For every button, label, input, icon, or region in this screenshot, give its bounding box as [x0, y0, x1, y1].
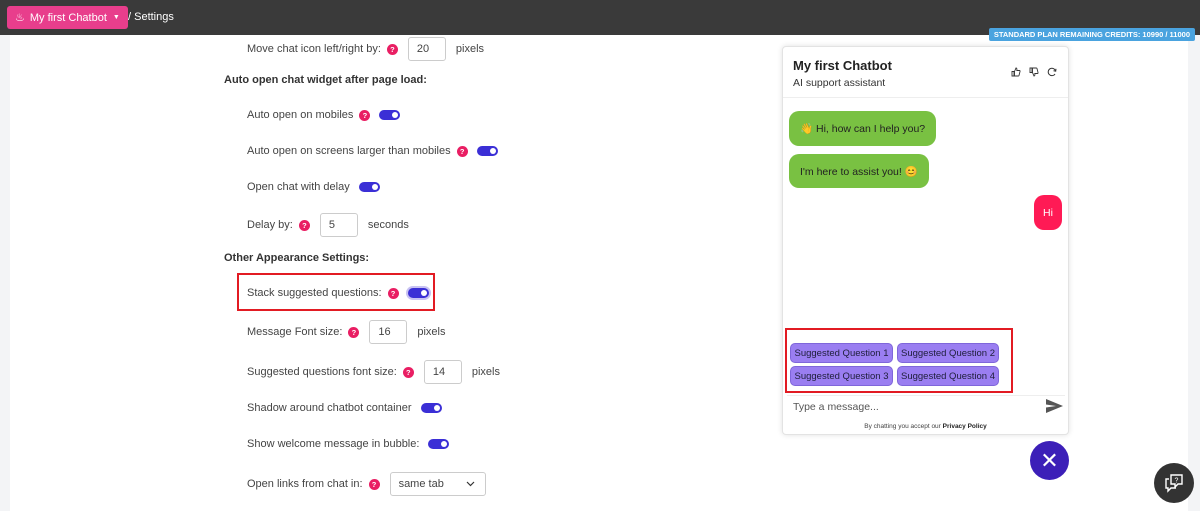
message-font-input[interactable]: 16 [369, 320, 408, 344]
setting-label: Open links from chat in: [247, 478, 363, 490]
user-message: Hi [1034, 195, 1062, 230]
help-icon[interactable]: ? [368, 478, 380, 490]
chat-title: My first Chatbot [793, 58, 892, 73]
breadcrumb: / Settings [128, 11, 174, 23]
auto-open-mobiles-setting: Auto open on mobiles ? [247, 109, 401, 121]
help-icon[interactable]: ? [386, 43, 398, 55]
chatbot-selector-label: My first Chatbot [29, 11, 107, 24]
setting-label: Open chat with delay [247, 181, 350, 193]
welcome-bubble-setting: Show welcome message in bubble: [247, 438, 450, 450]
help-icon[interactable]: ? [402, 366, 414, 378]
auto-open-larger-toggle[interactable] [476, 146, 498, 156]
setting-label: Auto open on screens larger than mobiles [247, 145, 451, 157]
suggested-font-setting: Suggested questions font size: ? 14 pixe… [247, 360, 500, 384]
close-chat-button[interactable]: ✕ [1030, 441, 1069, 480]
setting-label: Message Font size: [247, 326, 343, 338]
shadow-setting: Shadow around chatbot container [247, 402, 442, 414]
chat-input-bar: Type a message... [787, 395, 1065, 419]
privacy-policy-link[interactable]: Privacy Policy [943, 423, 987, 430]
unit-label: pixels [471, 366, 500, 378]
thumbs-up-icon[interactable] [1011, 67, 1021, 77]
bot-message: I'm here to assist you! 😊 [789, 154, 929, 188]
help-icon[interactable]: ? [359, 109, 371, 121]
help-icon[interactable]: ? [456, 145, 468, 157]
thumbs-down-icon[interactable] [1029, 67, 1039, 77]
shadow-toggle[interactable] [420, 403, 442, 413]
open-links-select[interactable]: same tab [389, 472, 486, 496]
credits-badge: STANDARD PLAN REMAINING CREDITS: 10990 /… [988, 28, 1195, 41]
message-font-setting: Message Font size: ? 16 pixels [247, 320, 446, 344]
chat-header-actions [1011, 67, 1057, 77]
refresh-icon[interactable] [1047, 67, 1057, 77]
welcome-bubble-toggle[interactable] [428, 439, 450, 449]
robot-icon: ♨ [15, 12, 25, 24]
appearance-heading: Other Appearance Settings: [224, 252, 370, 264]
setting-label: Suggested questions font size: [247, 366, 397, 378]
setting-label: Auto open on mobiles [247, 109, 354, 121]
move-icon-input[interactable]: 20 [407, 37, 446, 61]
move-icon-setting: Move chat icon left/right by: ? 20 pixel… [247, 37, 484, 61]
delay-input[interactable]: 5 [319, 213, 358, 237]
help-icon[interactable]: ? [348, 326, 360, 338]
auto-open-mobiles-toggle[interactable] [379, 110, 401, 120]
privacy-note: By chatting you accept our Privacy Polic… [783, 423, 1068, 430]
open-links-value: same tab [398, 478, 444, 490]
send-icon[interactable] [1046, 399, 1063, 413]
chatbot-selector-button[interactable]: ♨ My first Chatbot ▼ [7, 6, 128, 29]
unit-label: pixels [455, 43, 485, 55]
setting-label: Stack suggested questions: [247, 287, 382, 299]
setting-label: Delay by: [247, 219, 293, 231]
chevron-down-icon [466, 481, 474, 487]
chat-header: My first Chatbot AI support assistant [783, 47, 1068, 98]
help-chat-button[interactable]: ? [1154, 463, 1194, 503]
chat-message-input[interactable]: Type a message... [793, 401, 879, 413]
unit-label: seconds [367, 219, 409, 231]
help-chat-icon: ? [1165, 474, 1183, 493]
open-delay-setting: Open chat with delay [247, 181, 380, 193]
help-icon[interactable]: ? [298, 219, 310, 231]
highlight-box-suggestions [785, 328, 1013, 393]
delay-by-setting: Delay by: ? 5 seconds [247, 213, 409, 237]
setting-label: Move chat icon left/right by: [247, 43, 381, 55]
setting-label: Shadow around chatbot container [247, 402, 412, 414]
privacy-prefix: By chatting you accept our [864, 423, 941, 430]
svg-text:?: ? [1175, 478, 1179, 485]
open-links-setting: Open links from chat in: ? same tab [247, 472, 486, 496]
auto-open-larger-setting: Auto open on screens larger than mobiles… [247, 145, 498, 157]
auto-open-heading: Auto open chat widget after page load: [224, 74, 427, 86]
bot-message: 👋 Hi, how can I help you? [789, 111, 937, 146]
help-icon[interactable]: ? [387, 287, 399, 299]
open-delay-toggle[interactable] [358, 182, 380, 192]
close-icon: ✕ [1040, 447, 1059, 473]
caret-down-icon: ▼ [112, 14, 120, 21]
stack-suggested-toggle[interactable] [407, 288, 429, 298]
suggested-font-input[interactable]: 14 [423, 360, 462, 384]
unit-label: pixels [417, 326, 446, 338]
chat-subtitle: AI support assistant [793, 77, 886, 89]
stack-suggested-setting: Stack suggested questions: ? [247, 287, 429, 299]
setting-label: Show welcome message in bubble: [247, 438, 420, 450]
